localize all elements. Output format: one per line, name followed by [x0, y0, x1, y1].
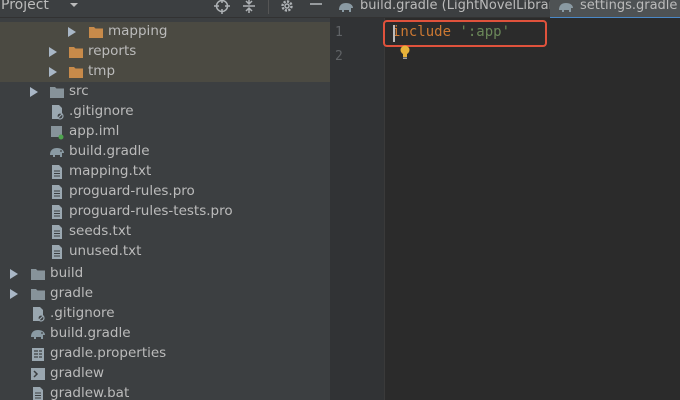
folder-icon [50, 87, 64, 98]
tree-item-build-gradle[interactable]: build.gradle [0, 142, 330, 162]
gear-icon[interactable] [279, 0, 295, 14]
tree-item-label: .gitignore [50, 305, 115, 321]
tree-item-label: .gitignore [69, 103, 134, 119]
tree-item-label: reports [88, 43, 137, 59]
expand-arrow-icon[interactable] [10, 289, 18, 299]
expand-arrow-icon[interactable] [49, 47, 57, 57]
tab-build-gradle[interactable]: build.gradle (LightNovelLibrary) [330, 0, 567, 18]
tab-settings-gradle[interactable]: settings.gradle [550, 0, 680, 19]
folder-icon [31, 269, 45, 280]
gitignore-file-icon [33, 307, 45, 322]
tree-item-gradlew[interactable]: gradlew [0, 364, 330, 384]
tree-item-mapping-txt[interactable]: mapping.txt [0, 162, 330, 182]
tree-item-build[interactable]: build [0, 264, 330, 284]
minimize-icon[interactable] [308, 0, 324, 14]
gradle-elephant-icon [31, 330, 45, 339]
tree-item-gradle[interactable]: gradle [0, 284, 330, 304]
text-file-icon [33, 387, 43, 400]
line-number: 2 [335, 49, 343, 64]
tree-item-label: gradle [50, 285, 94, 301]
tab-label: build.gradle (LightNovelLibrary) [360, 0, 567, 13]
tree-item-root-build-gradle[interactable]: build.gradle [0, 324, 330, 344]
tree-item-root-gitignore[interactable]: .gitignore [0, 304, 330, 324]
tree-item-label: proguard-rules.pro [69, 183, 195, 199]
collapse-all-icon[interactable] [241, 0, 257, 14]
editor-gutter [330, 18, 385, 400]
tree-item-label: src [69, 83, 89, 99]
text-file-icon [52, 245, 62, 259]
tree-item-mapping[interactable]: mapping [0, 22, 330, 42]
tree-item-label: mapping [108, 23, 168, 39]
tree-item-label: mapping.txt [69, 163, 152, 179]
iml-file-icon [51, 126, 64, 140]
tree-item-label: gradlew.bat [50, 385, 130, 400]
tree-item-tmp[interactable]: tmp [0, 62, 330, 82]
tree-item-src[interactable]: src [0, 82, 330, 102]
folder-icon [31, 289, 45, 300]
gradle-elephant-icon [339, 3, 353, 12]
chevron-down-icon[interactable] [68, 0, 80, 11]
tree-item-label: proguard-rules-tests.pro [69, 203, 233, 219]
tab-label: settings.gradle [580, 0, 678, 13]
tree-item-reports[interactable]: reports [0, 42, 330, 62]
tree-item-unused-txt[interactable]: unused.txt [0, 242, 330, 262]
tree-item-seeds-txt[interactable]: seeds.txt [0, 222, 330, 242]
crosshair-icon[interactable] [214, 0, 230, 14]
tree-item-gradlew-bat[interactable]: gradlew.bat [0, 384, 330, 400]
expand-arrow-icon[interactable] [49, 67, 57, 77]
gradle-elephant-icon [559, 3, 573, 12]
folder-icon [89, 27, 103, 38]
tree-item-label: gradlew [50, 365, 105, 381]
tree-item-app-iml[interactable]: app.iml [0, 122, 330, 142]
highlight-annotation [383, 20, 547, 47]
tree-item-label: build.gradle [69, 143, 150, 159]
terminal-file-icon [31, 368, 45, 380]
tree-item-label: app.iml [69, 123, 120, 139]
folder-icon [69, 67, 83, 78]
project-panel-title[interactable]: Project [1, 0, 49, 13]
text-file-icon [52, 205, 62, 219]
gitignore-file-icon [52, 105, 64, 120]
tree-item-label: build [50, 265, 84, 281]
tree-item-gitignore[interactable]: .gitignore [0, 102, 330, 122]
ide-window: Project mapping reports tmp src .gitigno… [0, 0, 680, 400]
project-panel-header: Project [0, 0, 330, 18]
folder-icon [69, 47, 83, 58]
tree-item-proguard-rules[interactable]: proguard-rules.pro [0, 182, 330, 202]
expand-arrow-icon[interactable] [30, 87, 38, 97]
text-file-icon [52, 225, 62, 239]
tree-item-label: gradle.properties [50, 345, 167, 361]
tree-item-label: unused.txt [69, 243, 142, 259]
text-file-icon [52, 185, 62, 199]
properties-file-icon [32, 348, 44, 361]
project-panel: Project mapping reports tmp src .gitigno… [0, 0, 330, 400]
expand-arrow-icon[interactable] [10, 269, 18, 279]
expand-arrow-icon[interactable] [68, 27, 76, 37]
tree-item-gradle-properties[interactable]: gradle.properties [0, 344, 330, 364]
tree-item-label: tmp [88, 63, 116, 79]
lightbulb-icon[interactable] [398, 44, 412, 60]
code-editor[interactable]: include ':app' [386, 18, 680, 400]
editor-tab-bar: build.gradle (LightNovelLibrary) setting… [330, 0, 680, 19]
text-file-icon [52, 165, 62, 179]
line-number: 1 [335, 25, 343, 40]
tree-item-label: seeds.txt [69, 223, 132, 239]
header-separator [268, 0, 269, 14]
tree-item-proguard-rules-tests[interactable]: proguard-rules-tests.pro [0, 202, 330, 222]
tree-item-label: build.gradle [50, 325, 131, 341]
gradle-elephant-icon [50, 148, 64, 157]
